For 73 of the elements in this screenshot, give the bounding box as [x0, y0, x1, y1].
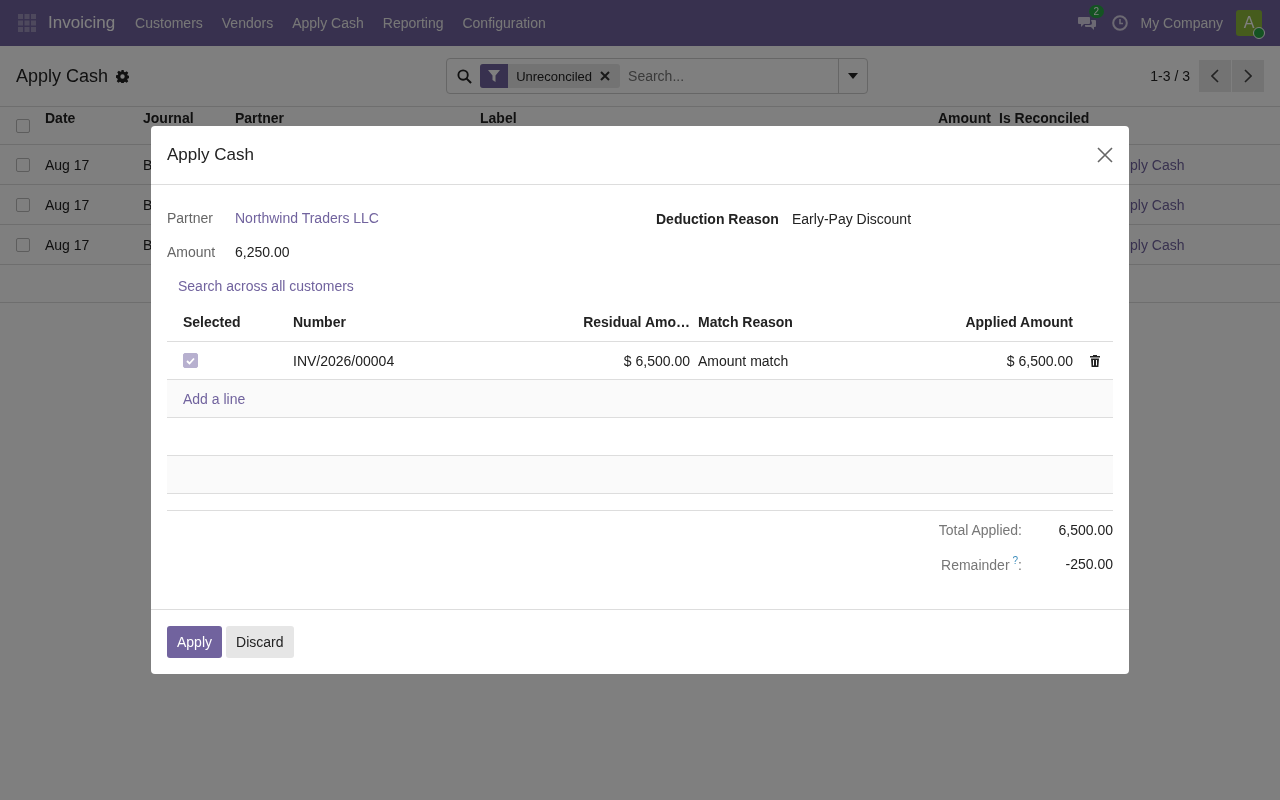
search-icon — [457, 68, 473, 84]
remove-icon[interactable] — [600, 71, 611, 81]
close-icon[interactable] — [1097, 147, 1113, 163]
table-cell: Aug 17 — [45, 196, 90, 213]
app-name[interactable]: Invoicing — [48, 13, 116, 33]
table-cell-text: INV/2026/00004 — [292, 352, 396, 369]
row-checkbox[interactable] — [16, 157, 30, 172]
message-count-badge: 2 — [1088, 5, 1105, 18]
select-all-checkbox[interactable] — [16, 118, 30, 133]
chat-icon[interactable] — [1077, 15, 1096, 31]
table-cell: B — [143, 156, 151, 173]
caret-icon[interactable] — [848, 73, 859, 79]
table-cell: ply Cash — [1130, 156, 1185, 173]
page-title: Apply Cash — [16, 65, 109, 87]
column-header[interactable]: Selected — [167, 314, 289, 330]
menu-item[interactable]: Vendors — [221, 15, 274, 31]
column-header[interactable]: Journal — [143, 110, 194, 126]
total-value: 6,500.00 — [1058, 522, 1113, 538]
column-header[interactable]: Label — [480, 110, 517, 126]
field-label: Amount — [167, 244, 217, 260]
table-cell-text: $ 6,500.00 — [1005, 352, 1074, 369]
field-value: 6,250.00 — [235, 244, 290, 260]
table-cell-text: $ 6,500.00 — [622, 352, 691, 369]
total-label: Total Applied: — [938, 522, 1022, 538]
search-input[interactable]: Search... — [620, 67, 839, 85]
row-checkbox[interactable] — [16, 197, 30, 212]
table-cell: Aug 17 — [45, 236, 90, 253]
pager-value: 1-3 / 3 — [1150, 68, 1190, 84]
gear-icon[interactable] — [116, 69, 130, 83]
add-line-link[interactable]: Add a line — [183, 390, 246, 407]
partner-link[interactable]: Northwind Traders LLC — [235, 210, 379, 226]
apply-button[interactable]: Apply — [167, 626, 223, 658]
filter-icon — [488, 70, 501, 82]
column-header[interactable]: Partner — [235, 110, 285, 126]
filter-facet[interactable]: Unreconciled — [480, 64, 621, 88]
next-page-button[interactable] — [1232, 60, 1264, 92]
column-header[interactable]: Match Reason — [694, 314, 902, 330]
chevron-left-icon — [1211, 69, 1219, 83]
check-icon — [186, 356, 195, 365]
discard-button[interactable]: Discard — [226, 626, 294, 658]
total-value: -250.00 — [1064, 556, 1113, 572]
column-header[interactable]: Is Reconciled — [999, 110, 1090, 126]
column-header[interactable]: Date — [45, 110, 76, 126]
apps-grid-icon[interactable] — [18, 14, 36, 32]
chevron-right-icon — [1244, 69, 1252, 83]
line-checkbox[interactable] — [183, 353, 198, 368]
table-cell: B — [143, 196, 151, 213]
clock-icon[interactable] — [1111, 15, 1128, 31]
menu-item[interactable]: Reporting — [382, 15, 444, 31]
table-cell: B — [143, 236, 151, 253]
field-value: Early-Pay Discount — [792, 211, 912, 227]
table-cell: ply Cash — [1130, 236, 1185, 253]
column-header[interactable]: Applied Amount — [902, 314, 1077, 330]
menu-item[interactable]: Apply Cash — [292, 15, 364, 31]
table-cell: Aug 17 — [45, 156, 90, 173]
column-header[interactable]: Amount — [938, 110, 991, 126]
field-label: Deduction Reason — [656, 211, 780, 227]
table-cell: ply Cash — [1130, 196, 1185, 213]
column-header[interactable]: Residual Amo… — [517, 314, 694, 330]
field-label: Partner — [167, 210, 214, 226]
trash-icon[interactable] — [1090, 354, 1100, 367]
search-link[interactable]: Search across all customers — [178, 277, 354, 295]
company-switcher[interactable]: My Company — [1140, 15, 1223, 31]
search-bar[interactable]: Unreconciled Search... — [446, 58, 869, 94]
column-header[interactable]: Number — [289, 314, 517, 330]
row-checkbox[interactable] — [16, 237, 30, 252]
facet-label: Unreconciled — [515, 68, 594, 84]
table-cell-text: Amount match — [697, 352, 790, 369]
dialog-title: Apply Cash — [167, 145, 254, 165]
previous-page-button[interactable] — [1199, 60, 1231, 92]
total-label: Remainder $^{?}$: — [941, 555, 1022, 573]
menu-item[interactable]: Configuration — [462, 15, 546, 31]
menu-item[interactable]: Customers — [135, 15, 203, 31]
